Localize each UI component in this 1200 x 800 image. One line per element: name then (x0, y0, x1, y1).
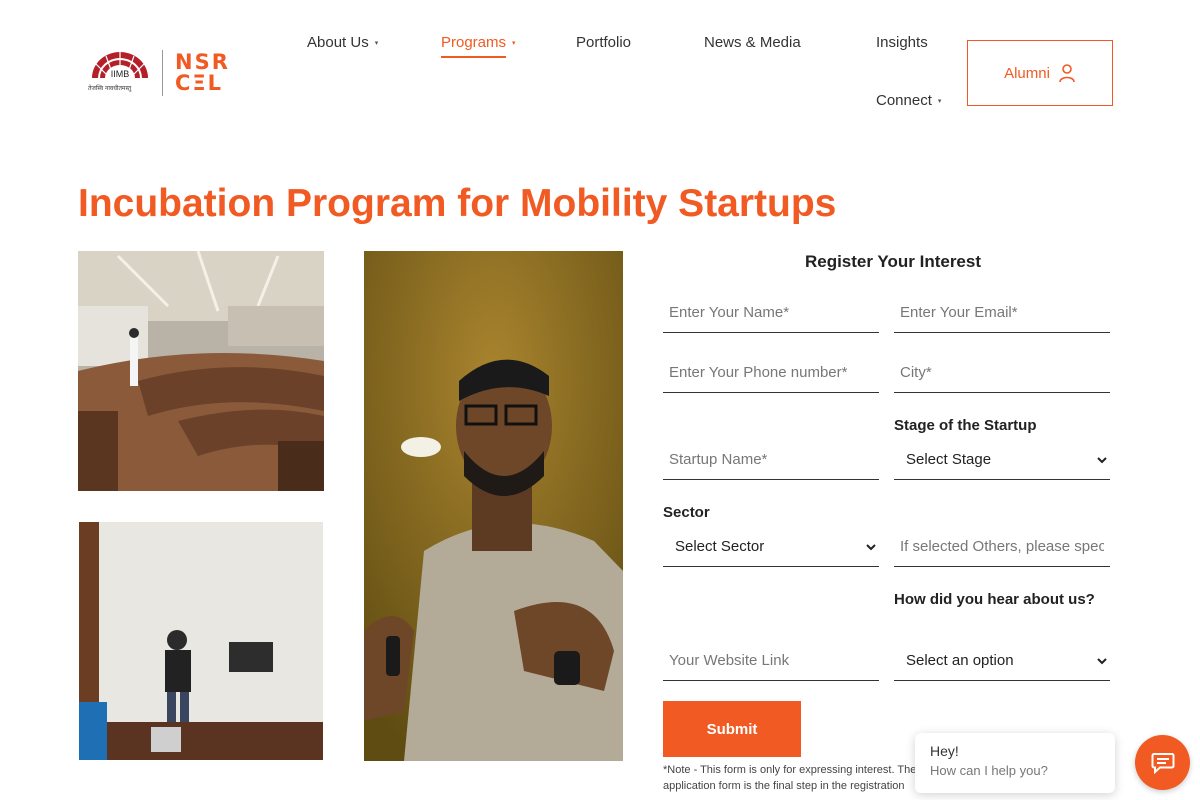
submit-button[interactable]: Submit (663, 701, 801, 757)
city-input[interactable] (894, 353, 1110, 393)
phone-input[interactable] (663, 353, 879, 393)
sector-label: Sector (663, 504, 710, 521)
hear-about-label: How did you hear about us? (894, 591, 1095, 608)
nav-label: News & Media (704, 34, 801, 51)
chat-icon (1151, 752, 1174, 774)
chevron-down-icon: ▾ (937, 98, 942, 105)
user-icon (1059, 64, 1075, 83)
nav-news-media[interactable]: News & Media (704, 34, 801, 51)
hear-about-select[interactable]: Select an option (894, 641, 1110, 681)
alumni-button[interactable]: Alumni (967, 40, 1113, 106)
nav-connect[interactable]: Connect ▾ (876, 92, 941, 109)
nav-insights[interactable]: Insights (876, 34, 928, 51)
website-input[interactable] (663, 641, 879, 681)
name-input[interactable] (663, 293, 879, 333)
nav-about-us[interactable]: About Us ▾ (307, 34, 378, 51)
chevron-down-icon: ▾ (512, 40, 516, 47)
presenter-photo (364, 251, 623, 761)
nsrcel-logo: NSR CΞL (175, 52, 230, 94)
nsrcel-line1: NSR (175, 50, 230, 74)
startup-name-input[interactable] (663, 440, 879, 480)
others-specify-input[interactable] (894, 527, 1110, 567)
sector-select[interactable]: Select Sector (663, 527, 879, 567)
chat-popup[interactable]: Hey! How can I help you? (915, 733, 1115, 793)
nav-label: Connect (876, 92, 932, 109)
nav-label: Insights (876, 34, 928, 51)
nav-label: Programs (441, 34, 507, 58)
nav-programs[interactable]: Programs ▾ (441, 34, 516, 58)
iimb-emblem-icon: IIMB (92, 52, 148, 79)
logo-divider (162, 50, 163, 96)
chevron-down-icon: ▾ (374, 40, 379, 47)
speaker-photo (79, 522, 323, 760)
iimb-tagline: तेजस्वि नावधीतमस्तु (88, 85, 132, 92)
stage-label: Stage of the Startup (894, 417, 1037, 434)
form-note: *Note - This form is only for expressing… (663, 764, 917, 792)
classroom-photo (78, 251, 324, 491)
iimb-logo: IIMB तेजस्वि नावधीतमस्तु (88, 48, 152, 98)
iimb-text: IIMB (111, 69, 130, 79)
nav-label: About Us (307, 34, 369, 51)
nsrcel-line2: CΞL (175, 71, 224, 95)
chat-greeting: Hey! (930, 743, 959, 759)
page-title: Incubation Program for Mobility Startups (78, 182, 837, 225)
chat-button[interactable] (1135, 735, 1190, 790)
nav-label: Portfolio (576, 34, 632, 51)
alumni-label: Alumni (1004, 64, 1050, 82)
site-logo[interactable]: IIMB तेजस्वि नावधीतमस्तु NSR CΞL (88, 48, 238, 98)
email-input[interactable] (894, 293, 1110, 333)
form-title: Register Your Interest (804, 252, 982, 271)
chat-prompt: How can I help you? (930, 763, 1048, 778)
nav-portfolio[interactable]: Portfolio (576, 34, 631, 51)
stage-select[interactable]: Select Stage (894, 440, 1110, 480)
